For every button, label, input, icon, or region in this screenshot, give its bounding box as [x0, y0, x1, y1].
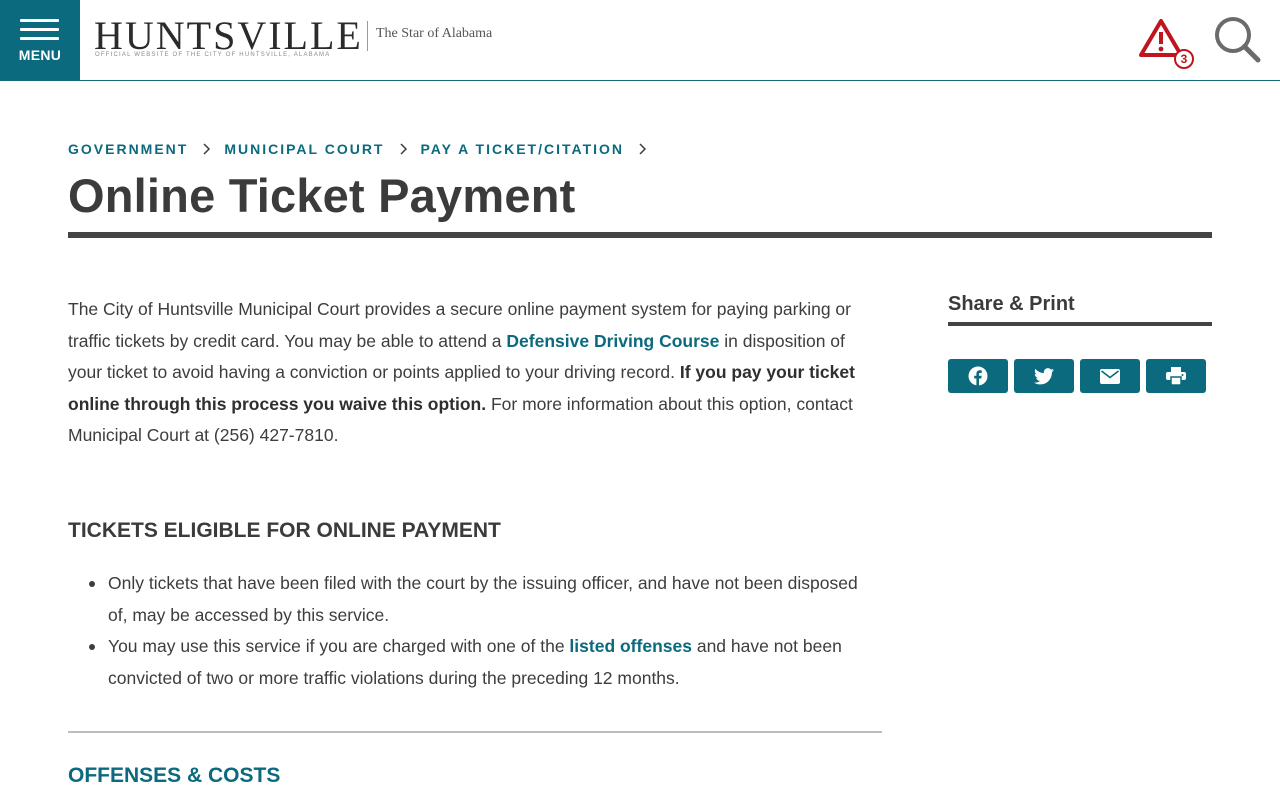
breadcrumb-municipal-court[interactable]: MUNICIPAL COURT: [224, 141, 384, 157]
print-icon: [1166, 367, 1186, 385]
list-item: You may use this service if you are char…: [68, 631, 882, 694]
share-buttons: [948, 359, 1212, 393]
facebook-share-button[interactable]: [948, 359, 1008, 393]
listed-offenses-link[interactable]: listed offenses: [569, 636, 692, 656]
logo-divider: [367, 21, 368, 51]
menu-button[interactable]: MENU: [0, 0, 80, 80]
eligible-heading: TICKETS ELIGIBLE FOR ONLINE PAYMENT: [68, 519, 501, 542]
facebook-icon: [968, 366, 988, 386]
share-print-heading: Share & Print: [948, 293, 1075, 315]
print-button[interactable]: [1146, 359, 1206, 393]
email-share-button[interactable]: [1080, 359, 1140, 393]
bullet-2-text-pre: You may use this service if you are char…: [108, 636, 570, 656]
email-icon: [1100, 368, 1120, 384]
title-divider: [68, 232, 1212, 238]
logo-subtitle: OFFICIAL WEBSITE OF THE CITY OF HUNTSVIL…: [95, 52, 331, 58]
alerts-button[interactable]: 3: [1139, 17, 1199, 71]
section-divider: [68, 731, 882, 733]
alert-count-badge: 3: [1174, 49, 1194, 69]
twitter-share-button[interactable]: [1014, 359, 1074, 393]
bullet-1-text: Only tickets that have been filed with t…: [108, 573, 858, 625]
menu-icon: [20, 19, 59, 46]
share-divider: [948, 322, 1212, 326]
chevron-right-icon: [203, 143, 211, 155]
intro-paragraph: The City of Huntsville Municipal Court p…: [68, 294, 882, 452]
twitter-icon: [1034, 367, 1054, 384]
offenses-heading[interactable]: OFFENSES & COSTS: [68, 764, 280, 788]
breadcrumb-pay-a-ticket[interactable]: PAY A TICKET/CITATION: [421, 141, 625, 157]
breadcrumb-government[interactable]: GOVERNMENT: [68, 141, 188, 157]
page-title: Online Ticket Payment: [68, 169, 576, 222]
menu-label: MENU: [18, 47, 62, 63]
list-item: Only tickets that have been filed with t…: [68, 568, 882, 631]
logo-tagline: The Star of Alabama: [376, 26, 493, 41]
site-header: MENU HUNTSVILLE OFFICIAL WEBSITE OF THE …: [0, 0, 1280, 81]
chevron-right-icon: [639, 143, 647, 155]
defensive-driving-link[interactable]: Defensive Driving Course: [506, 331, 719, 351]
main-content: The City of Huntsville Municipal Court p…: [68, 294, 882, 452]
eligible-list: Only tickets that have been filed with t…: [68, 568, 882, 694]
search-icon: [1215, 17, 1261, 63]
breadcrumb: GOVERNMENT MUNICIPAL COURT PAY A TICKET/…: [68, 141, 660, 157]
chevron-right-icon: [399, 143, 407, 155]
search-button[interactable]: [1212, 14, 1262, 64]
